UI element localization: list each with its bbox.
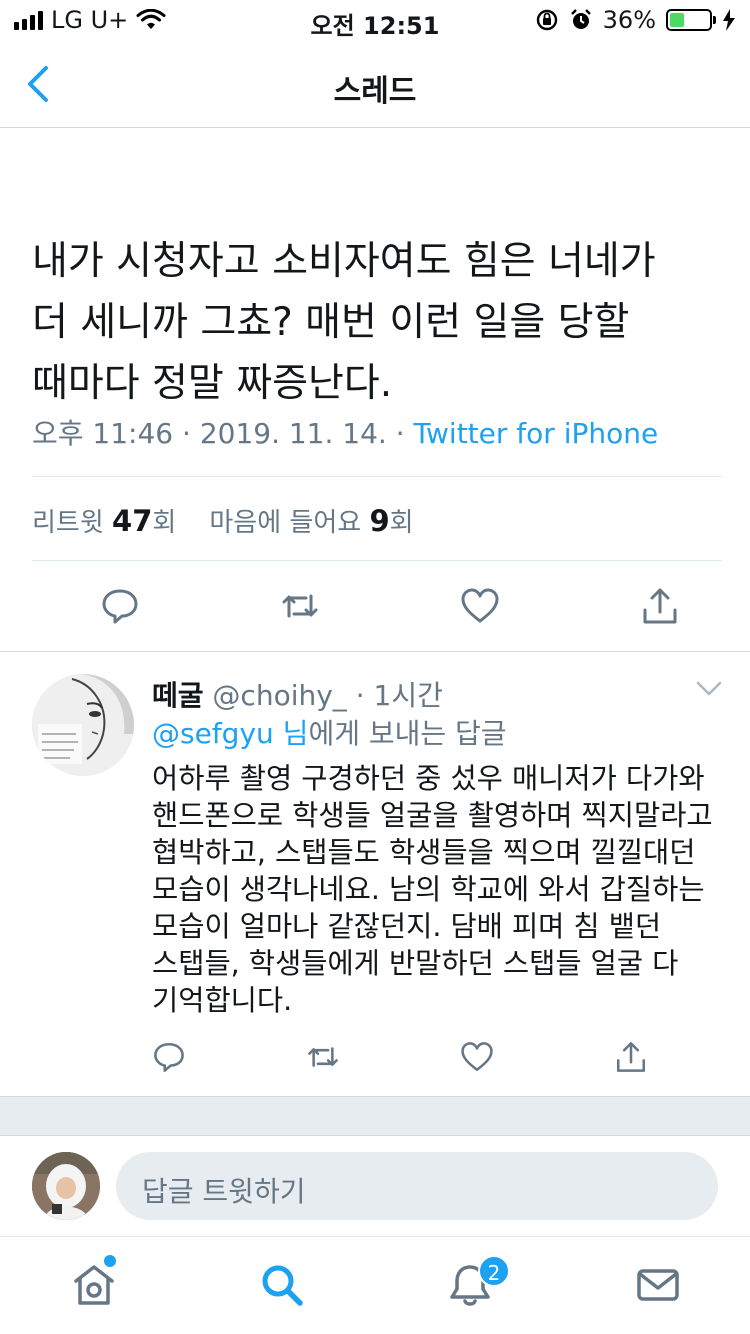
status-right: 36% [535,6,736,34]
status-bar: LG U+ 오전 12:51 36% [0,0,750,40]
alarm-icon [570,9,591,29]
divider [32,560,722,561]
battery-icon [666,9,716,31]
tweet-timestamp: 오후 11:46 · 2019. 11. 14. · [32,417,414,450]
reply-time: · 1시간 [346,679,443,712]
reply-to-line: @sefgyu 님에게 보내는 답글 [152,712,507,752]
divider [32,476,722,477]
main-tweet: 내가 시청자고 소비자여도 힘은 너네가 더 세니까 그쵸? 매번 이런 일을 … [32,128,722,652]
battery-fill [670,13,684,27]
reply-compose-input[interactable]: 답글 트윗하기 [116,1152,718,1220]
manga-avatar-image [32,674,134,776]
charging-icon [723,9,735,31]
reply-actions [152,1040,648,1074]
reply-icon[interactable] [152,1040,186,1074]
like-stat[interactable]: 마음에 들어요 9회 [209,504,413,538]
tweet-source-link[interactable]: Twitter for iPhone [414,417,659,450]
share-icon[interactable] [640,586,680,626]
search-icon[interactable] [258,1261,306,1309]
retweet-icon[interactable] [280,586,320,626]
avatar[interactable] [32,674,134,776]
tweet-meta: 오후 11:46 · 2019. 11. 14. · Twitter for i… [32,412,658,452]
reply-header: 떼굴 @choihy_ · 1시간 [152,674,443,714]
reply-author-name[interactable]: 떼굴 [152,679,204,712]
notifications-badge: 2 [478,1255,510,1287]
home-new-dot [104,1255,116,1267]
tab-bar: 2 [0,1236,750,1334]
heart-icon[interactable] [460,586,500,626]
chevron-down-icon[interactable] [696,680,722,698]
user-avatar-image [32,1152,100,1220]
retweet-icon[interactable] [306,1040,340,1074]
nav-bar: 스레드 [0,40,750,128]
reply-author-handle[interactable]: @choihy_ [204,679,346,712]
share-icon[interactable] [614,1040,648,1074]
home-icon[interactable] [70,1261,118,1309]
retweet-stat[interactable]: 리트윗 47회 [32,504,176,538]
rotation-lock-icon [536,9,557,31]
compose-bar: 답글 트윗하기 [0,1136,750,1236]
reply-tweet[interactable]: 떼굴 @choihy_ · 1시간 @sefgyu 님에게 보내는 답글 어하루… [0,652,750,1096]
avatar[interactable] [32,1152,100,1220]
tweet-actions [100,586,680,626]
tweet-stats: 리트윗 47회 마음에 들어요 9회 [32,502,414,539]
reply-icon[interactable] [100,586,140,626]
tweet-text-cutoff-line [32,128,722,170]
battery-percent: 36% [602,6,656,34]
tweet-body: 내가 시청자고 소비자여도 힘은 너네가 더 세니까 그쵸? 매번 이런 일을 … [32,239,656,406]
section-separator [0,1096,750,1136]
messages-icon[interactable] [634,1261,682,1309]
reply-to-suffix: 에게 보내는 답글 [308,717,507,750]
page-title: 스레드 [333,74,417,109]
heart-icon[interactable] [460,1040,494,1074]
reply-mention-link[interactable]: @sefgyu 님 [152,717,308,750]
reply-text: 어하루 촬영 구경하던 중 섰우 매니저가 다가와 핸드폰으로 학생들 얼굴을 … [152,762,713,1017]
